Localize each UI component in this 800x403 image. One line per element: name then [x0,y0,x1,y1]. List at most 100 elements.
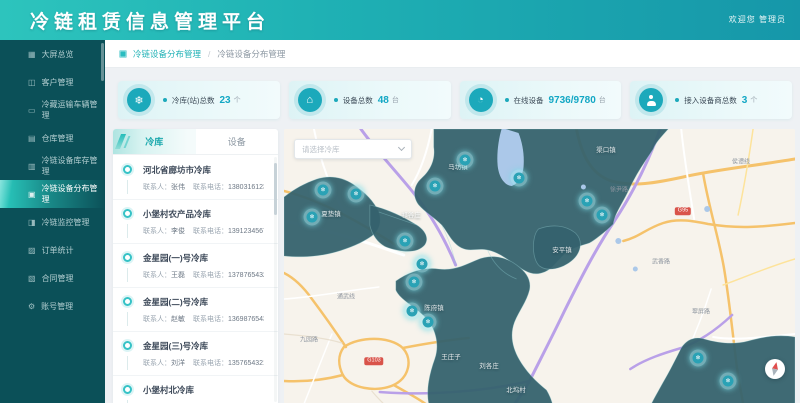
main-area: 冷链设备分布管理 / 冷链设备分布管理 ❄冷库(站)总数23个⌂设备总数48台◔… [105,40,800,403]
cold-storage-marker[interactable]: ❄ [720,373,737,390]
station-list-item[interactable]: 小堡村北冷库联系人：陈晨联系电话：13465432109 [113,376,278,403]
chevron-down-icon [398,144,405,151]
sidebar-item-3[interactable]: ▤仓库管理 [0,124,105,152]
station-list-item[interactable]: 金星园(三)号冷库联系人：刘洋联系电话：13576543210 [113,332,278,376]
cold-storage-marker[interactable]: ❄ [511,170,528,187]
cold-storage-marker[interactable]: ❄ [315,182,332,199]
sidebar-item-5[interactable]: ▣冷链设备分布管理 [0,180,105,208]
map-canvas[interactable]: 请选择冷库 夏垫镇祁各庄马坊镇渠口镇安平镇陈府镇王庄子刘各庄北坞村徐尹路武香路翠… [284,129,795,403]
station-list-item[interactable]: 河北省廊坊市冷库联系人：张伟联系电话：13803161234 [113,156,278,200]
tab-label: 设备 [228,135,246,148]
cold-storage-marker[interactable]: ❄ [457,152,474,169]
contact-label: 联系人： [143,316,171,323]
stat-card-unit: 台 [392,95,399,105]
stat-card-value: 9736/9780 [549,95,596,106]
warehouse-icon: ⌂ [298,88,322,112]
customer-icon: ◫ [28,78,36,87]
cold-storage-marker[interactable]: ❄ [397,233,414,250]
snowflake-icon: ❄ [407,306,418,317]
station-name: 金星园(三)号冷库 [143,340,264,352]
snowflake-icon: ❄ [514,173,525,184]
sidebar-item-0[interactable]: ▦大屏总览 [0,40,105,68]
cold-storage-marker[interactable]: ❄ [404,303,421,320]
snowflake-icon: ❄ [417,259,428,270]
stat-card-2[interactable]: ◔在线设备9736/9780台 [460,81,622,119]
sidebar-item-4[interactable]: ▥ 冷链设备库存管理 [0,152,105,180]
station-marker-icon [123,165,132,174]
snowflake-icon: ❄ [423,317,434,328]
stat-card-0[interactable]: ❄冷库(站)总数23个 [118,81,280,119]
user-welcome[interactable]: 欢迎您 管理员 [729,14,786,25]
sidebar-item-label: 冷藏运输车辆管理 [42,99,105,121]
sidebar-item-2[interactable]: ▭冷藏运输车辆管理 [0,96,105,124]
cold-storage-marker[interactable]: ❄ [414,256,431,273]
contract-icon: ▧ [28,274,36,283]
inventory-icon: ▥ [28,162,36,171]
compass-control[interactable] [765,359,785,379]
snowflake-icon: ❄ [693,353,704,364]
stat-card-value: 3 [742,95,748,106]
breadcrumb-root[interactable]: 冷链设备分布管理 [133,48,201,60]
sidebar-item-label: 大屏总览 [42,49,74,60]
sidebar-item-6[interactable]: ◨冷链监控管理 [0,208,105,236]
panel-scrollbar[interactable] [274,163,277,215]
snowflake-icon: ❄ [127,88,151,112]
contact-label: 联系人： [143,228,171,235]
sidebar-scrollbar[interactable] [101,43,104,81]
cold-storage-marker[interactable]: ❄ [579,193,596,210]
snowflake-icon: ❄ [351,189,362,200]
sidebar-item-1[interactable]: ◫客户管理 [0,68,105,96]
warehouse-icon: ▤ [28,134,36,143]
breadcrumb-icon [119,50,127,58]
sidebar-item-8[interactable]: ▧ 合同管理 [0,264,105,292]
tab-devices[interactable]: 设备 [196,129,279,154]
station-list: 河北省廊坊市冷库联系人：张伟联系电话：13803161234小堡村农产品冷库联系… [113,156,278,403]
cold-storage-marker[interactable]: ❄ [594,207,611,224]
panel-tabs: 冷库 设备 [113,129,278,155]
contact-value: 张伟 [171,184,185,191]
station-list-item[interactable]: 金星园(一)号冷库联系人：王磊联系电话：13787654321 [113,244,278,288]
map-station-select[interactable]: 请选择冷库 [294,139,412,159]
sidebar-item-7[interactable]: ▨订单统计 [0,236,105,264]
cold-storage-marker[interactable]: ❄ [304,209,321,226]
sidebar-item-label: 合同管理 [42,273,74,284]
phone-label: 联系电话： [193,272,228,279]
sidebar-item-label: 冷链设备库存管理 [42,155,105,177]
contact-label: 联系人： [143,272,171,279]
stat-card-3[interactable]: 接入设备商总数3个 [630,81,792,119]
cold-storage-marker[interactable]: ❄ [427,178,444,195]
sidebar-item-9[interactable]: ⚙账号管理 [0,292,105,320]
cold-storage-marker[interactable]: ❄ [348,186,365,203]
stat-card-1[interactable]: ⌂设备总数48台 [289,81,451,119]
phone-value: 13698765432 [228,316,264,323]
station-marker-icon [123,297,132,306]
station-list-item[interactable]: 小堡村农产品冷库联系人：李俊联系电话：13912345678 [113,200,278,244]
breadcrumb-current: 冷链设备分布管理 [217,48,285,60]
map-basemap [284,129,795,403]
cold-storage-marker[interactable]: ❄ [406,274,423,291]
snowflake-icon: ❄ [460,155,471,166]
stat-dot-icon [675,98,679,102]
breadcrumb-separator: / [208,49,210,59]
contact-value: 王磊 [171,272,185,279]
cold-storage-marker[interactable]: ❄ [690,350,707,367]
stat-card-label: 在线设备 [514,95,544,106]
sidebar-item-label: 账号管理 [41,301,73,312]
contact-value: 赵敏 [171,316,185,323]
station-meta: 联系人：刘洋联系电话：13576543210 [143,358,264,368]
tab-stations[interactable]: 冷库 [113,129,196,154]
phone-value: 13576543210 [228,360,264,367]
station-marker-icon [123,209,132,218]
station-list-item[interactable]: 金星园(二)号冷库联系人：赵敏联系电话：13698765432 [113,288,278,332]
stat-dot-icon [505,98,509,102]
stat-card-label: 接入设备商总数 [684,95,737,106]
station-meta: 联系人：王磊联系电话：13787654321 [143,270,264,280]
cold-storage-marker[interactable]: ❄ [420,314,437,331]
user-icon [646,95,657,106]
station-name: 小堡村农产品冷库 [143,208,264,220]
monitor-icon: ◨ [28,218,36,227]
phone-label: 联系电话： [193,184,228,191]
stat-card-unit: 台 [599,95,606,105]
phone-label: 联系电话： [193,228,228,235]
phone-label: 联系电话： [193,360,228,367]
